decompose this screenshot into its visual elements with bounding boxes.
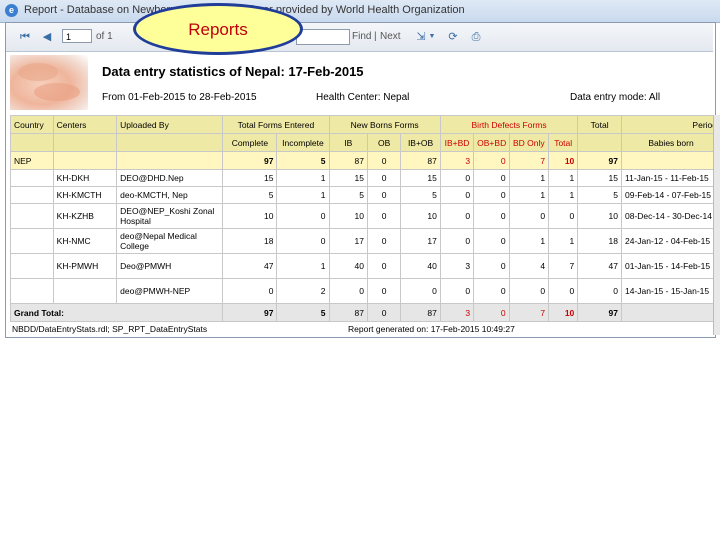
table-row: KH-KZHB DEO@NEP_Koshi Zonal Hospital 10 … bbox=[10, 203, 720, 229]
header-country: Country bbox=[10, 115, 54, 134]
header-ib: IB bbox=[328, 133, 368, 152]
header-bd-only: BD Only bbox=[508, 133, 550, 152]
health-center: Health Center: Nepal bbox=[316, 92, 410, 103]
reports-callout: Reports bbox=[133, 3, 303, 55]
header-bd-total: Total bbox=[548, 133, 579, 152]
header-total-forms: Total Forms Entered bbox=[222, 115, 330, 134]
header-total: Total bbox=[577, 115, 622, 134]
print-icon[interactable]: ⎙ bbox=[469, 30, 483, 44]
window-title-bar: e Report - Database on Newborn ... Inter… bbox=[0, 0, 720, 23]
header-complete: Complete bbox=[222, 133, 278, 152]
header-centers: Centers bbox=[52, 115, 118, 134]
country-summary-row: NEP 97 5 87 0 87 3 0 7 10 97 bbox=[10, 151, 720, 170]
grand-total-row: Grand Total: 97 5 87 0 87 3 0 7 10 97 bbox=[9, 303, 720, 322]
find-input[interactable] bbox=[296, 29, 350, 45]
grand-total-label: Grand Total: bbox=[9, 303, 224, 322]
header-ib-bd: IB+BD bbox=[439, 133, 475, 152]
chevron-down-icon[interactable]: ▼ bbox=[428, 30, 436, 44]
table-row: KH-PMWH Deo@PMWH 47 1 40 0 40 3 0 4 7 47… bbox=[10, 253, 720, 279]
table-row: KH-NMC deo@Nepal Medical College 18 0 17… bbox=[10, 228, 720, 254]
previous-page-icon[interactable]: ◀ bbox=[40, 30, 54, 44]
report-generated: Report generated on: 17-Feb-2015 10:49:2… bbox=[348, 324, 515, 334]
date-range: From 01-Feb-2015 to 28-Feb-2015 bbox=[102, 92, 257, 103]
table-row: deo@PMWH-NEP 0 2 0 0 0 0 0 0 0 0 14-Jan-… bbox=[10, 278, 720, 304]
table-row: KH-KMCTH deo-KMCTH, Nep 5 1 5 0 5 0 0 1 … bbox=[10, 186, 720, 204]
next-link[interactable]: Next bbox=[380, 31, 401, 42]
header-ob-bd: OB+BD bbox=[473, 133, 510, 152]
callout-label: Reports bbox=[188, 20, 248, 39]
header-babies-born: Babies born bbox=[621, 133, 720, 152]
data-entry-table: Country Centers Uploaded By Total Forms … bbox=[9, 115, 720, 322]
header-period: Period bbox=[621, 115, 720, 134]
toolbar-separator: | bbox=[374, 31, 377, 42]
export-icon[interactable]: ⇲ bbox=[414, 30, 428, 44]
report-title: Data entry statistics of Nepal: 17-Feb-2… bbox=[102, 64, 364, 79]
table-row: KH-DKH DEO@DHD.Nep 15 1 15 0 15 0 0 1 1 … bbox=[10, 169, 720, 187]
report-toolbar: ⏮ ◀ 1 of 1 Find | Next ⇲ ▼ ⟳ ⎙ bbox=[6, 23, 713, 52]
country-cell: NEP bbox=[10, 151, 54, 170]
newborn-photo bbox=[10, 55, 88, 110]
header-birth-defects: Birth Defects Forms bbox=[439, 115, 579, 134]
refresh-icon[interactable]: ⟳ bbox=[446, 30, 460, 44]
page-count-label: of 1 bbox=[96, 31, 113, 42]
header-newborn-forms: New Borns Forms bbox=[328, 115, 441, 134]
data-entry-mode: Data entry mode: All bbox=[570, 92, 661, 103]
header-ib-ob: IB+OB bbox=[400, 133, 441, 152]
first-page-icon[interactable]: ⏮ bbox=[18, 30, 32, 44]
header-uploaded-by: Uploaded By bbox=[116, 115, 224, 134]
header-ob: OB bbox=[366, 133, 402, 152]
browser-icon: e bbox=[5, 4, 18, 17]
header-incomplete: Incomplete bbox=[276, 133, 330, 152]
report-path: NBDD/DataEntryStats.rdl; SP_RPT_DataEntr… bbox=[12, 324, 208, 334]
page-number-input[interactable]: 1 bbox=[62, 29, 92, 43]
vertical-scrollbar[interactable] bbox=[713, 115, 720, 335]
find-link[interactable]: Find bbox=[352, 31, 371, 42]
